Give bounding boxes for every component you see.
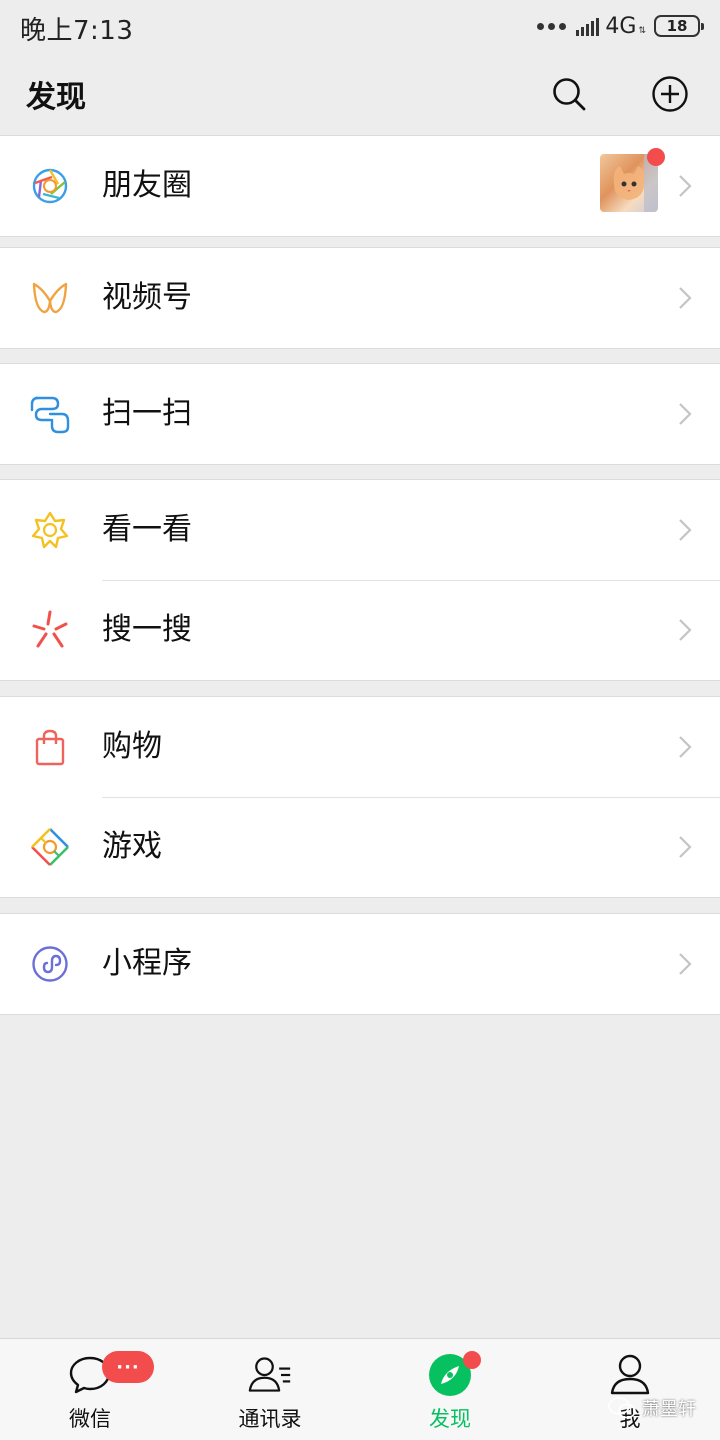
list-item-search[interactable]: 搜一搜 (0, 580, 720, 680)
mini-program-icon (30, 944, 70, 984)
search-sparkle-icon (30, 610, 70, 650)
search-icon (553, 78, 586, 111)
discover-new-dot (463, 1351, 481, 1369)
top-stories-icon (30, 510, 70, 550)
chevron-right-icon (679, 519, 692, 541)
list-item-channels[interactable]: 视频号 (0, 248, 720, 348)
new-moments-dot (647, 148, 665, 166)
chevron-right-icon (679, 403, 692, 425)
unread-more-badge: ··· (102, 1351, 154, 1383)
tab-label: 通讯录 (238, 1407, 302, 1431)
bottom-tab-bar: ··· 微信 通讯录 发现 我 (0, 1338, 720, 1440)
profile-icon (608, 1353, 652, 1397)
contacts-icon (248, 1353, 292, 1397)
list-item-label: 视频号 (102, 280, 192, 315)
chevron-right-icon (679, 619, 692, 641)
page-title: 发现 (26, 80, 86, 115)
tab-chats[interactable]: ··· 微信 (0, 1339, 180, 1440)
tab-discover[interactable]: 发现 (360, 1339, 540, 1440)
group-shopping-games: 购物 游戏 (0, 696, 720, 898)
watermark-text: 萧墨轩 (642, 1399, 696, 1420)
group-mini-programs: 小程序 (0, 913, 720, 1015)
channels-butterfly-icon (30, 278, 70, 318)
add-circle-icon (652, 76, 688, 112)
more-dots-icon (537, 22, 567, 30)
list-item-label: 搜一搜 (102, 612, 192, 647)
signal-icon (576, 16, 600, 36)
tab-label: 微信 (69, 1407, 111, 1431)
chevron-right-icon (679, 175, 692, 197)
group-moments: 朋友圈 (0, 135, 720, 237)
status-time: 晚上7:13 (20, 16, 134, 46)
list-item-games[interactable]: 游戏 (0, 797, 720, 897)
add-button[interactable] (648, 72, 692, 116)
network-type: 4G (605, 13, 637, 39)
list-item-label: 扫一扫 (102, 396, 192, 431)
watermark: 萧墨轩 (608, 1395, 696, 1421)
list-item-label: 看一看 (102, 512, 192, 547)
list-item-scan[interactable]: 扫一扫 (0, 364, 720, 464)
status-indicators: 4G ⇅ 18 (537, 12, 704, 40)
list-item-label: 购物 (102, 729, 162, 764)
search-button[interactable] (547, 72, 591, 116)
data-arrows-icon: ⇅ (638, 25, 646, 36)
chevron-right-icon (679, 287, 692, 309)
shopping-bag-icon (30, 727, 70, 767)
moments-aperture-icon (30, 166, 70, 206)
list-item-label: 小程序 (102, 946, 192, 981)
wechat-logo-icon (608, 1397, 636, 1419)
battery-icon: 18 (654, 15, 704, 37)
games-diamond-icon (30, 827, 70, 867)
list-item-top-stories[interactable]: 看一看 (0, 480, 720, 580)
tab-me[interactable]: 我 (540, 1339, 720, 1440)
group-channels: 视频号 (0, 247, 720, 349)
list-item-label: 朋友圈 (102, 168, 192, 203)
header: 发现 (0, 52, 720, 136)
battery-level: 18 (666, 17, 688, 35)
list-item-label: 游戏 (102, 829, 162, 864)
scan-icon (30, 394, 70, 434)
tab-label: 发现 (429, 1407, 471, 1431)
chevron-right-icon (679, 836, 692, 858)
list-item-mini-programs[interactable]: 小程序 (0, 914, 720, 1014)
group-stories-search: 看一看 搜一搜 (0, 479, 720, 681)
group-scan: 扫一扫 (0, 363, 720, 465)
list-item-shopping[interactable]: 购物 (0, 697, 720, 797)
tab-contacts[interactable]: 通讯录 (180, 1339, 360, 1440)
chevron-right-icon (679, 736, 692, 758)
list-item-moments[interactable]: 朋友圈 (0, 136, 720, 236)
chevron-right-icon (679, 953, 692, 975)
status-bar: 晚上7:13 4G ⇅ 18 (0, 0, 720, 52)
